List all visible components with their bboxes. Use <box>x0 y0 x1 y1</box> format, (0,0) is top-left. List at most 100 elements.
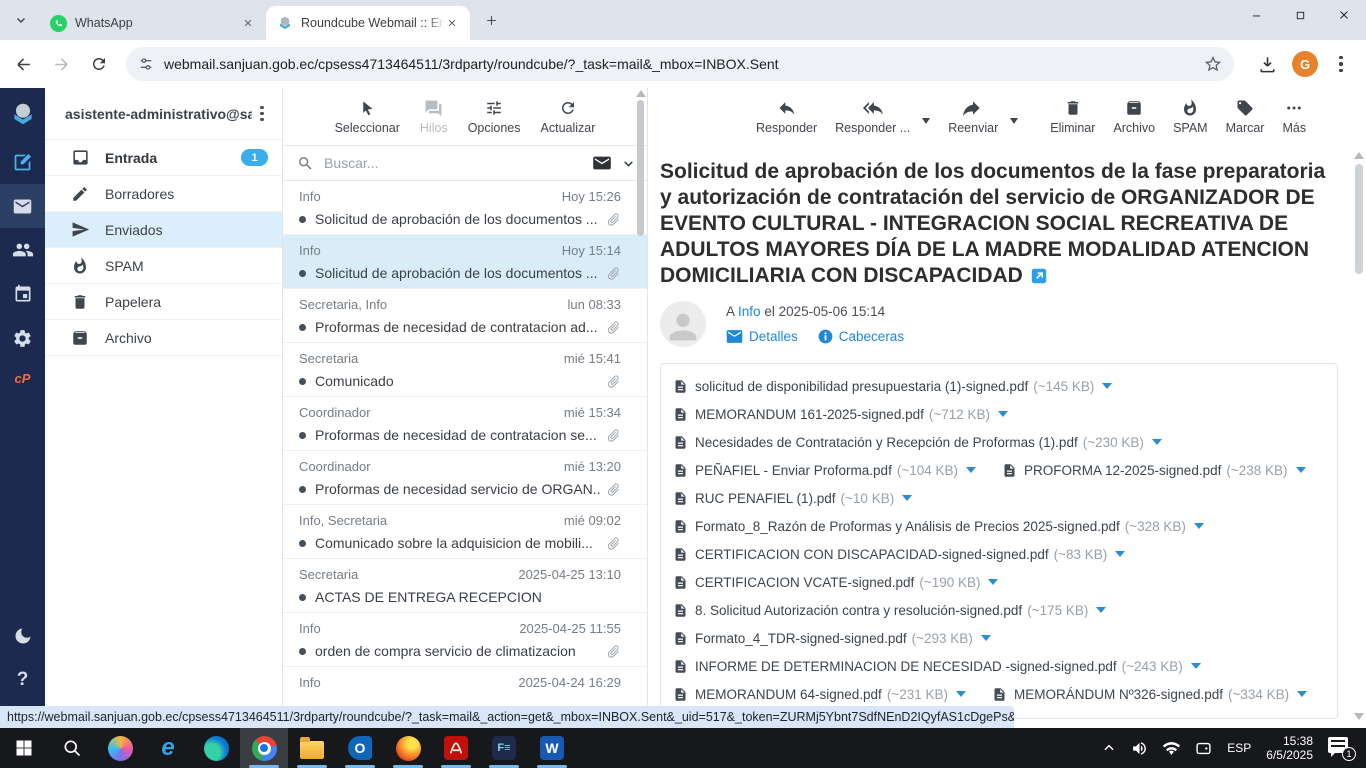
minimize-button[interactable] <box>1234 0 1278 30</box>
account-menu-icon[interactable] <box>252 102 272 126</box>
taskbar-search-button[interactable] <box>48 728 96 768</box>
taskbar-clock[interactable]: 15:38 6/5/2025 <box>1266 734 1313 762</box>
forward-button[interactable]: Reenviar <box>948 98 998 135</box>
spam-button[interactable]: SPAM <box>1173 98 1208 135</box>
forward-menu-icon[interactable] <box>1010 118 1018 124</box>
attachment-name[interactable]: solicitud de disponibilidad presupuestar… <box>695 379 1028 394</box>
reply-all-menu-icon[interactable] <box>922 118 930 124</box>
sidebar-item-enviados[interactable]: Enviados <box>45 212 282 248</box>
settings-nav-button[interactable] <box>0 316 45 360</box>
taskbar-word-button[interactable]: W <box>528 728 576 768</box>
close-tab-icon[interactable] <box>240 15 256 31</box>
download-icon[interactable] <box>1252 49 1282 79</box>
taskbar-ie-button[interactable]: e <box>144 728 192 768</box>
taskbar-outlook-button[interactable]: O <box>336 728 384 768</box>
sidebar-item-archivo[interactable]: Archivo <box>45 320 282 356</box>
attachment-name[interactable]: Formato_8_Razón de Proformas y Análisis … <box>695 519 1120 534</box>
attachment-name[interactable]: MEMORANDUM 64-signed.pdf <box>695 687 882 702</box>
delete-button[interactable]: Eliminar <box>1050 98 1095 135</box>
tray-expand-chevron-icon[interactable] <box>1102 741 1116 755</box>
attachment-name[interactable]: MEMORANDUM 161-2025-signed.pdf <box>695 407 924 422</box>
address-bar[interactable]: webmail.sanjuan.gob.ec/cpsess4713464511/… <box>126 47 1234 81</box>
search-input[interactable] <box>324 155 592 171</box>
volume-icon[interactable] <box>1131 740 1148 757</box>
attachment-name[interactable]: PEÑAFIEL - Enviar Proforma.pdf <box>695 463 892 478</box>
select-button[interactable]: Seleccionar <box>335 98 400 135</box>
taskbar-acrobat-button[interactable] <box>432 728 480 768</box>
sidebar-item-papelera[interactable]: Papelera <box>45 284 282 320</box>
profile-avatar[interactable]: G <box>1292 51 1318 77</box>
attachment-item[interactable]: MEMORANDUM 161-2025-signed.pdf (~712 KB) <box>673 400 1008 428</box>
taskbar-fs-app-button[interactable]: F≡ <box>480 728 528 768</box>
attachment-menu-icon[interactable] <box>1191 663 1201 669</box>
attachment-menu-icon[interactable] <box>988 579 998 585</box>
headers-link[interactable]: Cabeceras <box>818 329 904 344</box>
reply-all-button[interactable]: Responder ... <box>835 98 910 135</box>
mail-nav-button[interactable] <box>0 184 45 228</box>
tab-whatsapp[interactable]: WhatsApp <box>40 6 266 40</box>
attachment-menu-icon[interactable] <box>956 691 966 697</box>
help-button[interactable]: ? <box>0 658 45 702</box>
message-row[interactable]: Coordinador mié 13:20 Proformas de neces… <box>283 451 647 505</box>
attachment-name[interactable]: INFORME DE DETERMINACION DE NECESIDAD -s… <box>695 659 1117 674</box>
reload-button[interactable] <box>84 49 114 79</box>
message-row[interactable]: Info 2025-04-25 11:55 orden de compra se… <box>283 613 647 667</box>
message-row[interactable]: Coordinador mié 15:34 Proformas de neces… <box>283 397 647 451</box>
taskbar-chrome-button[interactable] <box>240 728 288 768</box>
search-options-chevron-icon[interactable] <box>622 157 635 170</box>
attachment-menu-icon[interactable] <box>1194 523 1204 529</box>
url-text[interactable]: webmail.sanjuan.gob.ec/cpsess4713464511/… <box>164 56 1204 72</box>
close-window-button[interactable] <box>1322 0 1366 30</box>
attachment-name[interactable]: MEMORÁNDUM Nº326-signed.pdf <box>1014 687 1223 702</box>
attachment-menu-icon[interactable] <box>981 635 991 641</box>
attachment-menu-icon[interactable] <box>1297 691 1307 697</box>
start-button[interactable] <box>0 728 48 768</box>
site-settings-icon[interactable] <box>138 56 154 72</box>
tray-display-icon[interactable] <box>1195 740 1212 757</box>
attachment-item[interactable]: CERTIFICACION CON DISCAPACIDAD-signed-si… <box>673 540 1125 568</box>
mark-button[interactable]: Marcar <box>1226 98 1265 135</box>
options-button[interactable]: Opciones <box>468 98 521 135</box>
attachment-name[interactable]: Formato_4_TDR-signed-signed.pdf <box>695 631 907 646</box>
attachment-item[interactable]: PEÑAFIEL - Enviar Proforma.pdf (~104 KB) <box>673 456 976 484</box>
attachment-item[interactable]: PROFORMA 12-2025-signed.pdf (~238 KB) <box>1002 456 1306 484</box>
sidebar-item-spam[interactable]: SPAM <box>45 248 282 284</box>
forward-button[interactable] <box>46 49 76 79</box>
bookmark-star-icon[interactable] <box>1204 55 1222 73</box>
new-tab-button[interactable] <box>478 7 504 33</box>
browser-menu-button[interactable] <box>1328 51 1354 77</box>
wifi-icon[interactable] <box>1163 740 1180 757</box>
attachment-name[interactable]: Necesidades de Contratación y Recepción … <box>695 435 1078 450</box>
attachment-menu-icon[interactable] <box>902 495 912 501</box>
scrollbar-thumb[interactable] <box>637 100 644 236</box>
recipient-link[interactable]: Info <box>738 304 761 319</box>
attachment-item[interactable]: CERTIFICACION VCATE-signed.pdf (~190 KB) <box>673 568 998 596</box>
attachment-menu-icon[interactable] <box>1152 439 1162 445</box>
attachment-menu-icon[interactable] <box>966 467 976 473</box>
taskbar-firefox-button[interactable] <box>384 728 432 768</box>
dark-mode-button[interactable] <box>0 614 45 658</box>
attachment-name[interactable]: CERTIFICACION VCATE-signed.pdf <box>695 575 914 590</box>
message-row[interactable]: Secretaria 2025-04-25 13:10 ACTAS DE ENT… <box>283 559 647 613</box>
notification-center-button[interactable]: 1 <box>1328 737 1354 759</box>
attachment-item[interactable]: Necesidades de Contratación y Recepción … <box>673 428 1162 456</box>
cpanel-logo[interactable]: cP <box>0 360 45 396</box>
back-button[interactable] <box>8 49 38 79</box>
close-tab-icon[interactable] <box>444 15 460 31</box>
calendar-nav-button[interactable] <box>0 272 45 316</box>
attachment-item[interactable]: MEMORÁNDUM Nº326-signed.pdf (~334 KB) <box>992 680 1307 708</box>
attachment-item[interactable]: 8. Solicitud Autorización contra y resol… <box>673 596 1106 624</box>
attachment-name[interactable]: PROFORMA 12-2025-signed.pdf <box>1024 463 1221 478</box>
attachment-item[interactable]: solicitud de disponibilidad presupuestar… <box>673 372 1112 400</box>
maximize-button[interactable] <box>1278 0 1322 30</box>
message-row[interactable]: Info, Secretaria mié 09:02 Comunicado so… <box>283 505 647 559</box>
attachment-item[interactable]: MEMORANDUM 64-signed.pdf (~231 KB) <box>673 680 966 708</box>
tab-search-button[interactable] <box>8 7 34 33</box>
attachment-menu-icon[interactable] <box>1296 467 1306 473</box>
attachment-name[interactable]: RUC PENAFIEL (1).pdf <box>695 491 836 506</box>
message-row[interactable]: Info Hoy 15:26 Solicitud de aprobación d… <box>283 181 647 235</box>
message-row[interactable]: Secretaria mié 15:41 Comunicado <box>283 343 647 397</box>
attachment-menu-icon[interactable] <box>1096 607 1106 613</box>
details-link[interactable]: Detalles <box>726 329 798 344</box>
attachment-name[interactable]: CERTIFICACION CON DISCAPACIDAD-signed-si… <box>695 547 1049 562</box>
